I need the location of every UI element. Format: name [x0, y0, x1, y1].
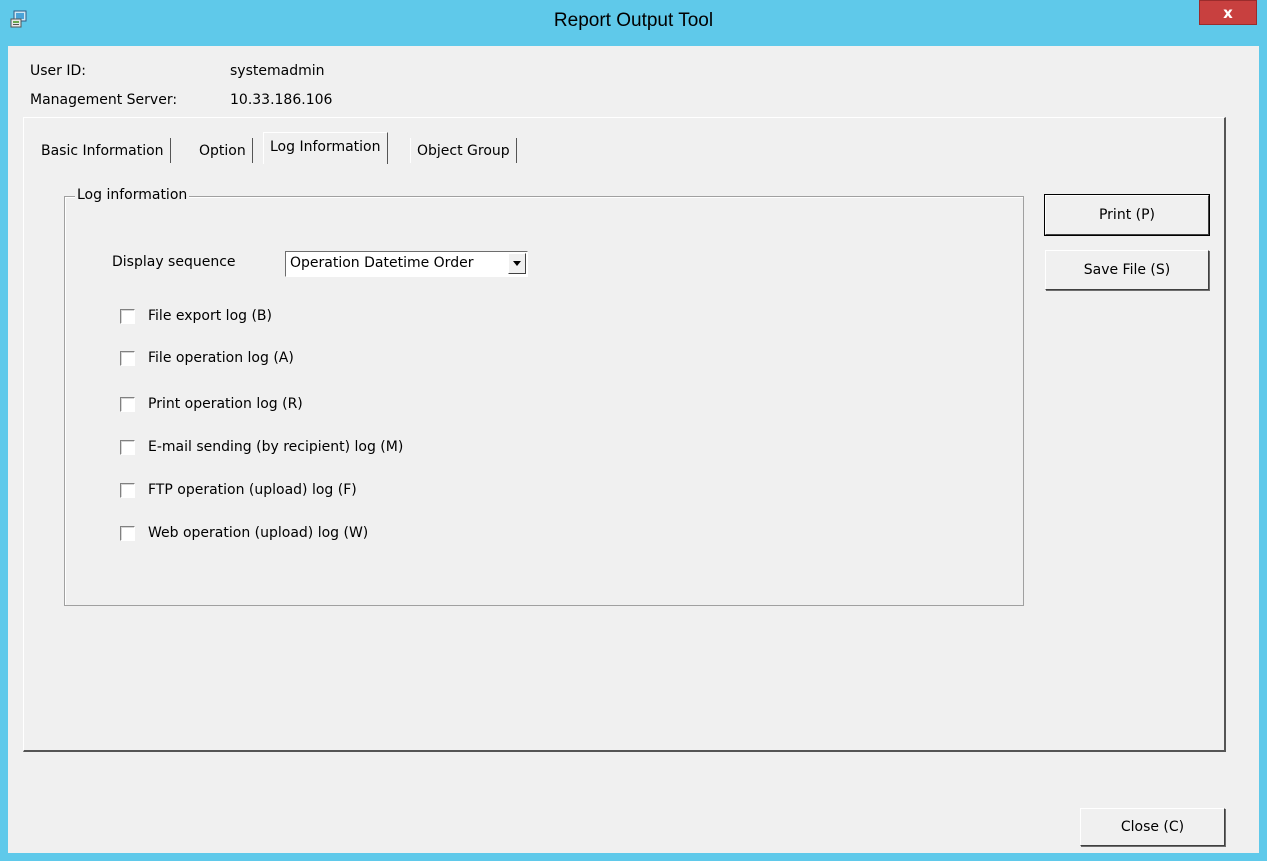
- tab-log-information[interactable]: Log Information: [263, 132, 388, 164]
- management-server-label: Management Server:: [30, 92, 178, 108]
- tab-object-group[interactable]: Object Group: [410, 138, 517, 163]
- display-sequence-select[interactable]: Operation Datetime Order: [285, 251, 528, 277]
- save-file-button[interactable]: Save File (S): [1045, 250, 1209, 290]
- chevron-down-icon[interactable]: [508, 253, 526, 274]
- title-bar[interactable]: Report Output Tool x: [0, 0, 1267, 46]
- file-operation-log-checkbox[interactable]: [120, 351, 135, 366]
- email-sending-log-label[interactable]: E-mail sending (by recipient) log (M): [148, 439, 403, 455]
- report-output-window: Report Output Tool x User ID: systemadmi…: [0, 0, 1267, 861]
- tab-basic-information[interactable]: Basic Information: [35, 138, 171, 163]
- email-sending-log-checkbox[interactable]: [120, 440, 135, 455]
- print-operation-log-label[interactable]: Print operation log (R): [148, 396, 303, 412]
- window-close-button[interactable]: x: [1199, 0, 1257, 25]
- print-button[interactable]: Print (P): [1044, 194, 1210, 236]
- user-id-value: systemadmin: [230, 63, 325, 79]
- ftp-operation-log-checkbox[interactable]: [120, 483, 135, 498]
- management-server-value: 10.33.186.106: [230, 92, 333, 108]
- tab-option[interactable]: Option: [193, 138, 253, 163]
- ftp-operation-log-label[interactable]: FTP operation (upload) log (F): [148, 482, 357, 498]
- web-operation-log-label[interactable]: Web operation (upload) log (W): [148, 525, 368, 541]
- window-title: Report Output Tool: [553, 10, 714, 31]
- display-sequence-selected-value: Operation Datetime Order: [290, 255, 474, 271]
- file-operation-log-label[interactable]: File operation log (A): [148, 350, 294, 366]
- file-export-log-checkbox[interactable]: [120, 309, 135, 324]
- print-operation-log-checkbox[interactable]: [120, 397, 135, 412]
- user-id-label: User ID:: [30, 63, 86, 79]
- web-operation-log-checkbox[interactable]: [120, 526, 135, 541]
- file-export-log-label[interactable]: File export log (B): [148, 308, 272, 324]
- log-information-group-title: Log information: [75, 187, 190, 203]
- display-sequence-label: Display sequence: [112, 254, 236, 270]
- close-button[interactable]: Close (C): [1080, 808, 1225, 846]
